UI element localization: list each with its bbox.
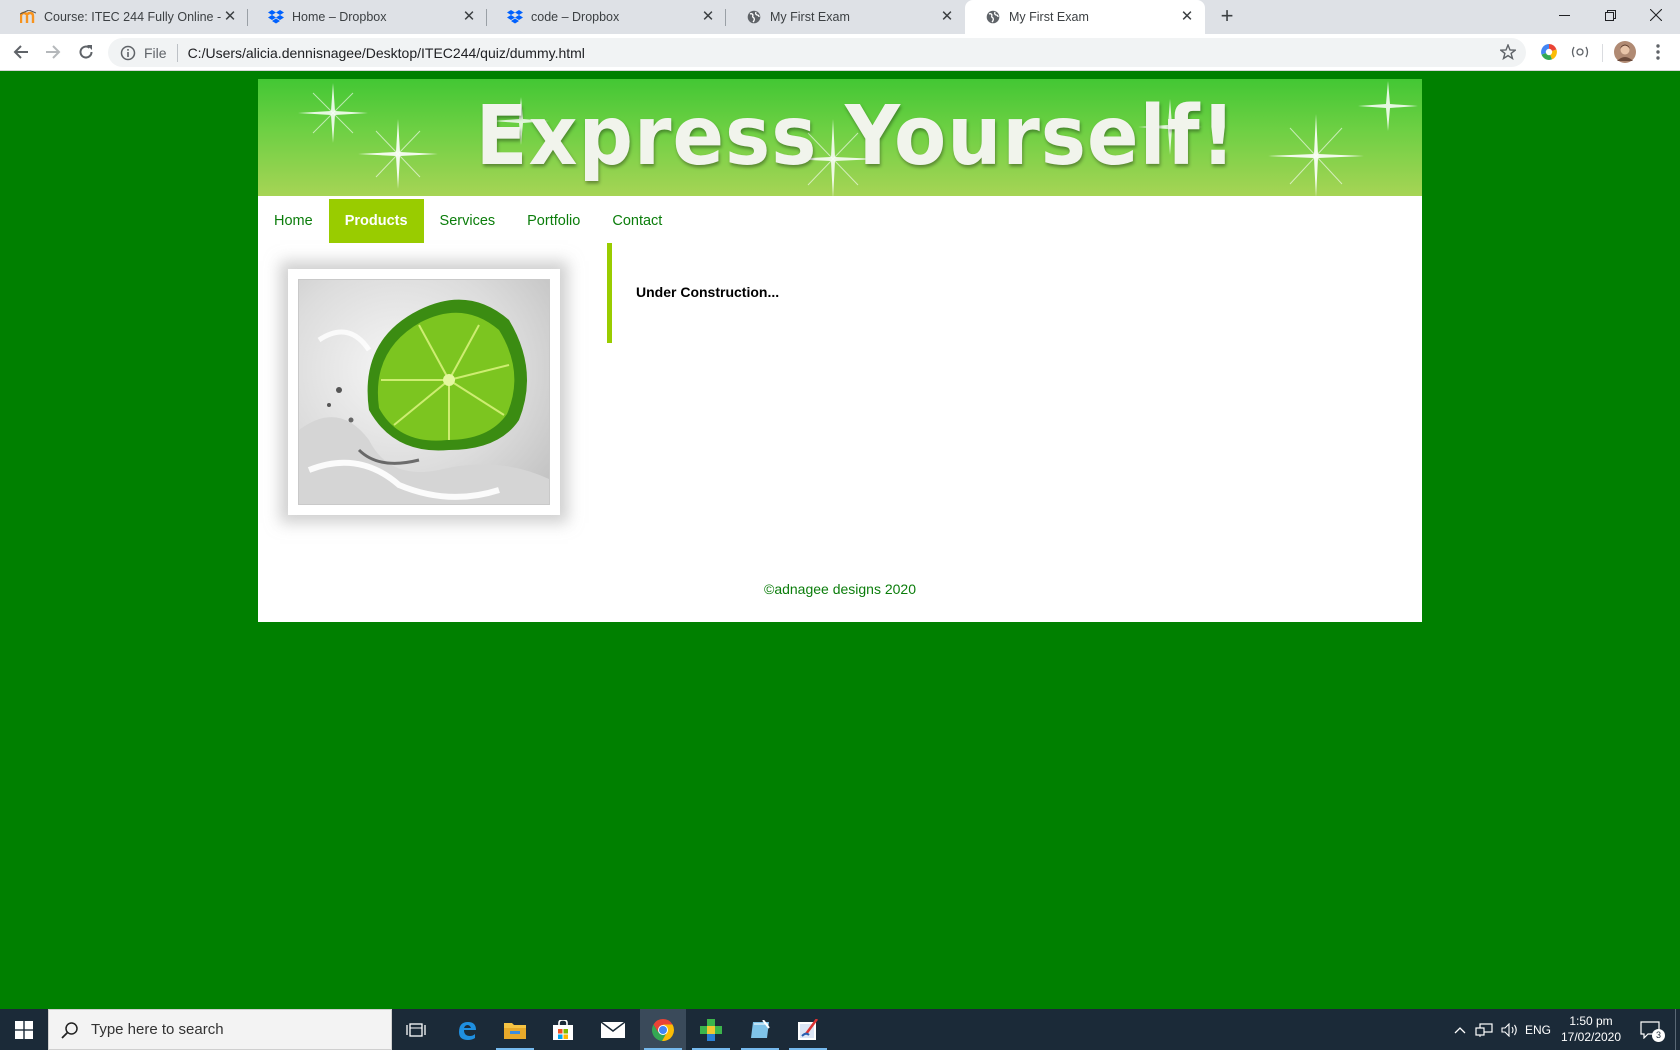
nav-portfolio[interactable]: Portfolio — [511, 199, 596, 243]
nav-products[interactable]: Products — [328, 199, 424, 243]
omnibox-divider — [176, 43, 178, 62]
dropbox-icon — [507, 9, 523, 25]
globe-icon — [985, 9, 1001, 25]
close-tab-icon[interactable]: ✕ — [700, 9, 716, 25]
close-tab-icon[interactable]: ✕ — [1179, 9, 1195, 25]
search-icon — [61, 1021, 78, 1039]
close-window-button[interactable] — [1631, 0, 1680, 30]
minimize-icon — [1558, 14, 1570, 16]
address-bar[interactable]: File C:/Users/alicia.dennisnagee/Desktop… — [108, 38, 1526, 67]
store-icon[interactable] — [540, 1009, 586, 1050]
restore-icon — [1604, 9, 1616, 21]
avatar[interactable] — [1614, 41, 1636, 63]
reload-button[interactable] — [74, 40, 98, 64]
nav-home[interactable]: Home — [258, 199, 329, 243]
volume-icon[interactable] — [1500, 1009, 1520, 1050]
lime-image — [298, 279, 550, 505]
green-app-icon[interactable] — [688, 1009, 734, 1050]
start-button[interactable] — [0, 1009, 48, 1050]
chevron-up-icon[interactable] — [1452, 1009, 1468, 1050]
tab-home-dropbox[interactable]: Home – Dropbox ✕ — [248, 0, 487, 34]
color-wheel-icon[interactable] — [1540, 43, 1558, 61]
tab-code-dropbox[interactable]: code – Dropbox ✕ — [487, 0, 726, 34]
tab-title: My First Exam — [1009, 10, 1089, 24]
close-icon — [1650, 9, 1662, 21]
tab-title: code – Dropbox — [531, 10, 620, 24]
file-explorer-icon[interactable] — [492, 1009, 538, 1050]
notepad-icon[interactable] — [737, 1009, 783, 1050]
banner-title: Express Yourself! — [475, 87, 1237, 184]
close-tab-icon[interactable]: ✕ — [222, 9, 238, 25]
restore-button[interactable] — [1585, 0, 1635, 30]
dropbox-icon — [268, 9, 284, 25]
toolbar-divider — [1602, 44, 1603, 62]
clock[interactable]: 1:50 pm 17/02/2020 — [1553, 1013, 1629, 1045]
forward-button[interactable] — [41, 40, 65, 64]
windows-logo-icon — [15, 1020, 33, 1039]
clock-date: 17/02/2020 — [1560, 1030, 1622, 1044]
task-view-icon[interactable] — [393, 1009, 439, 1050]
back-button[interactable] — [9, 40, 33, 64]
arrow-right-icon — [46, 45, 61, 59]
taskbar: Type here to search ENG 1:50 pm 17/02/20… — [0, 1009, 1680, 1050]
content-panel: Under Construction... — [607, 243, 1307, 343]
action-center-button[interactable]: 3 — [1635, 1009, 1665, 1050]
url-text[interactable]: C:/Users/alicia.dennisnagee/Desktop/ITEC… — [188, 45, 585, 61]
menu-kebab-icon[interactable] — [1648, 43, 1668, 61]
page-container: Express Yourself! Home Products Services… — [258, 79, 1422, 622]
footer-copyright: ©adnagee designs 2020 — [764, 581, 916, 597]
taskbar-search[interactable]: Type here to search — [48, 1009, 392, 1050]
browser-toolbar: File C:/Users/alicia.dennisnagee/Desktop… — [0, 34, 1680, 71]
tab-my-first-exam[interactable]: My First Exam ✕ — [726, 0, 965, 34]
tab-my-first-exam-active[interactable]: My First Exam ✕ — [965, 0, 1205, 34]
network-icon[interactable] — [1474, 1009, 1494, 1050]
close-tab-icon[interactable]: ✕ — [461, 9, 477, 25]
show-desktop-button[interactable] — [1675, 1009, 1680, 1050]
mail-icon[interactable] — [590, 1009, 636, 1050]
tab-title: My First Exam — [770, 10, 850, 24]
close-tab-icon[interactable]: ✕ — [939, 9, 955, 25]
minimize-button[interactable] — [1539, 0, 1589, 30]
clock-time: 1:50 pm — [1569, 1014, 1613, 1028]
tab-title: Home – Dropbox — [292, 10, 387, 24]
scheme-label: File — [144, 44, 167, 61]
chrome-icon[interactable] — [640, 1009, 686, 1050]
search-placeholder: Type here to search — [91, 1021, 224, 1038]
globe-icon — [746, 9, 762, 25]
main-nav: Home Products Services Portfolio Contact — [258, 199, 678, 243]
tab-strip: Course: ITEC 244 Fully Online - In ✕ Hom… — [0, 0, 1680, 34]
new-tab-button[interactable]: + — [1215, 5, 1239, 29]
header-banner: Express Yourself! — [258, 79, 1422, 196]
nav-contact[interactable]: Contact — [596, 199, 678, 243]
language-indicator[interactable]: ENG — [1522, 1009, 1554, 1050]
tab-title: Course: ITEC 244 Fully Online - In — [44, 10, 222, 24]
reload-icon — [79, 45, 93, 59]
lime-photo — [288, 269, 560, 515]
under-construction-text: Under Construction... — [636, 284, 780, 300]
tab-course-itec244[interactable]: Course: ITEC 244 Fully Online - In ✕ — [0, 0, 248, 34]
paint-app-icon[interactable] — [785, 1009, 831, 1050]
notification-count-badge: 3 — [1652, 1029, 1665, 1042]
radio-extension-icon[interactable] — [1571, 43, 1589, 61]
arrow-left-icon — [13, 45, 28, 59]
edge-icon[interactable] — [444, 1009, 490, 1050]
nav-services[interactable]: Services — [424, 199, 512, 243]
bookmark-star-icon[interactable] — [1500, 44, 1516, 60]
moodle-icon — [20, 9, 36, 25]
info-icon[interactable] — [120, 45, 136, 61]
